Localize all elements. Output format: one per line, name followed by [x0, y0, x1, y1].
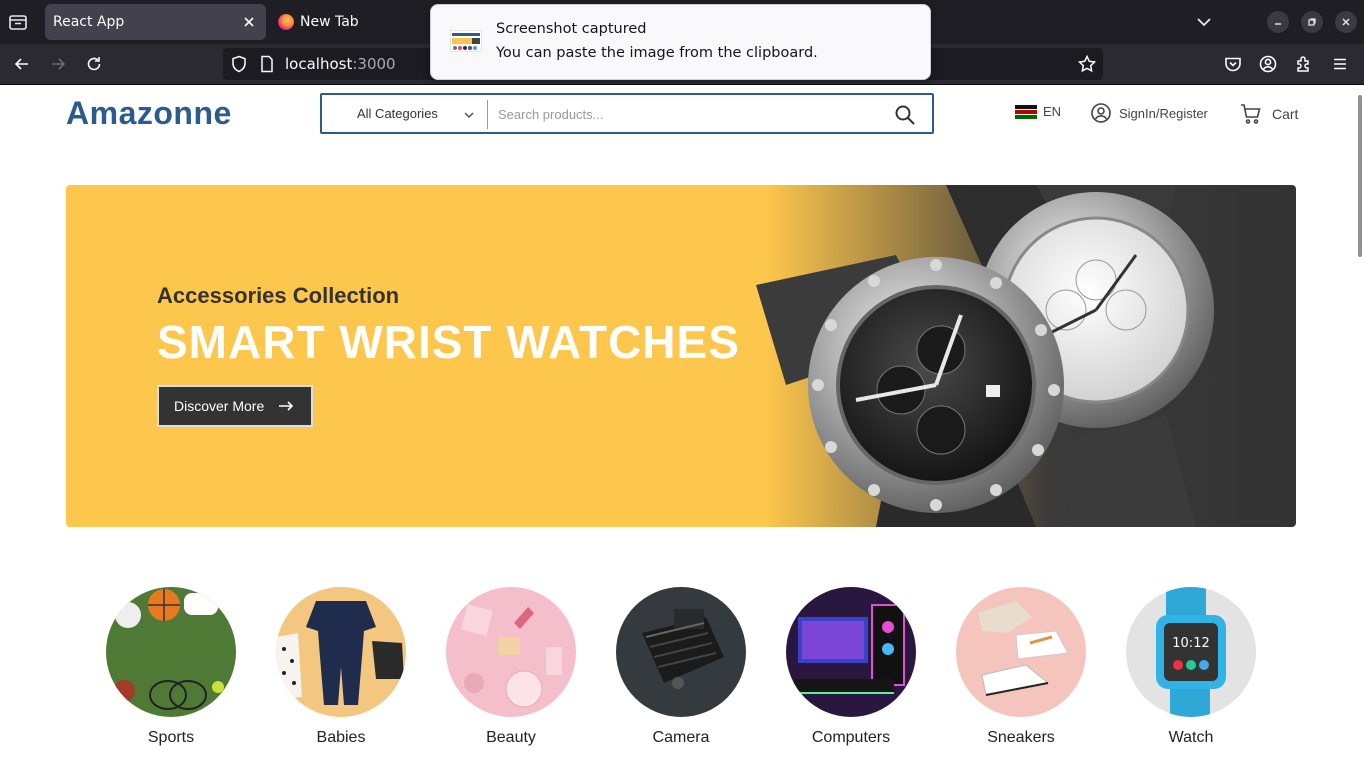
- cart-label: Cart: [1272, 106, 1299, 122]
- hero-subtitle: Accessories Collection: [157, 283, 400, 308]
- cart-link[interactable]: Cart: [1239, 102, 1298, 126]
- category-label: Beauty: [486, 729, 536, 746]
- screenshot-toast: Screenshot captured You can paste the im…: [430, 4, 931, 80]
- sneakers-image: [956, 587, 1086, 717]
- tab-list-icon[interactable]: [6, 10, 30, 34]
- scrollbar[interactable]: [1358, 95, 1362, 257]
- close-icon[interactable]: [240, 13, 258, 31]
- page-icon[interactable]: [257, 54, 277, 74]
- extensions-icon[interactable]: [1294, 54, 1314, 74]
- firefox-icon: [278, 14, 294, 30]
- computers-image: [786, 587, 916, 717]
- search-divider: [487, 100, 488, 129]
- toast-message: You can paste the image from the clipboa…: [496, 45, 818, 61]
- watches-image: [756, 185, 1214, 527]
- reload-icon[interactable]: [84, 54, 104, 74]
- cart-icon: [1241, 104, 1261, 124]
- site-logo[interactable]: Amazonne: [66, 95, 232, 132]
- discover-more-label: Discover More: [174, 398, 265, 414]
- menu-icon[interactable]: [1330, 54, 1350, 74]
- category-beauty[interactable]: Beauty: [446, 587, 576, 747]
- page-content: Amazonne All Categories EN SignIn/Regist…: [0, 85, 1364, 766]
- category-label: Computers: [811, 729, 891, 746]
- pocket-icon[interactable]: [1223, 54, 1243, 74]
- category-label: Babies: [316, 729, 366, 746]
- category-label: Sneakers: [987, 729, 1055, 746]
- toast-title: Screenshot captured: [496, 21, 647, 37]
- forward-icon[interactable]: [48, 54, 68, 74]
- star-icon[interactable]: [1077, 54, 1097, 74]
- chevron-down-icon[interactable]: [1194, 12, 1214, 32]
- signin-label: SignIn/Register: [1119, 105, 1208, 121]
- window-close-icon[interactable]: [1335, 11, 1357, 33]
- tab-label: New Tab: [300, 14, 359, 30]
- category-sneakers[interactable]: Sneakers: [956, 587, 1086, 747]
- screenshot-thumbnail: [449, 29, 483, 53]
- category-babies[interactable]: Babies: [276, 587, 406, 747]
- category-label: Watch: [1168, 729, 1214, 746]
- search-input[interactable]: [498, 103, 878, 125]
- chevron-down-icon[interactable]: [462, 107, 476, 121]
- discover-more-button[interactable]: Discover More: [157, 385, 313, 427]
- search-bar: All Categories: [320, 93, 934, 134]
- kenya-flag-icon: [1015, 104, 1037, 119]
- language-selector[interactable]: EN: [1015, 104, 1061, 119]
- category-watch[interactable]: 10:12 Watch: [1126, 587, 1256, 747]
- minimize-icon[interactable]: [1267, 11, 1289, 33]
- user-icon: [1091, 103, 1111, 123]
- category-camera[interactable]: Camera: [616, 587, 746, 747]
- url-text[interactable]: localhost:3000: [285, 55, 396, 73]
- signin-link[interactable]: SignIn/Register: [1090, 102, 1208, 124]
- category-sports[interactable]: Sports: [106, 587, 236, 747]
- account-icon[interactable]: [1258, 54, 1278, 74]
- back-icon[interactable]: [12, 54, 32, 74]
- shield-icon[interactable]: [229, 54, 249, 74]
- tab-new-tab[interactable]: New Tab: [272, 4, 422, 40]
- hero-banner: Accessories Collection SMART WRIST WATCH…: [66, 185, 1296, 527]
- restore-icon[interactable]: [1301, 11, 1323, 33]
- category-select-label: All Categories: [357, 106, 438, 121]
- arrow-right-icon: [279, 401, 294, 411]
- tab-react-app[interactable]: React App: [45, 4, 266, 40]
- category-label: Sports: [147, 729, 195, 746]
- search-icon[interactable]: [894, 104, 916, 126]
- beauty-image: [446, 587, 576, 717]
- hero-title: SMART WRIST WATCHES: [157, 316, 740, 368]
- category-label: Camera: [652, 729, 710, 746]
- language-label: EN: [1043, 104, 1062, 119]
- watch-image: 10:12: [1126, 587, 1256, 717]
- babies-image: [276, 587, 406, 717]
- sports-image: [106, 587, 236, 717]
- tab-label: React App: [53, 14, 125, 30]
- svg-text:10:12: 10:12: [1172, 636, 1209, 651]
- category-computers[interactable]: Computers: [786, 587, 916, 747]
- camera-image: [616, 587, 746, 717]
